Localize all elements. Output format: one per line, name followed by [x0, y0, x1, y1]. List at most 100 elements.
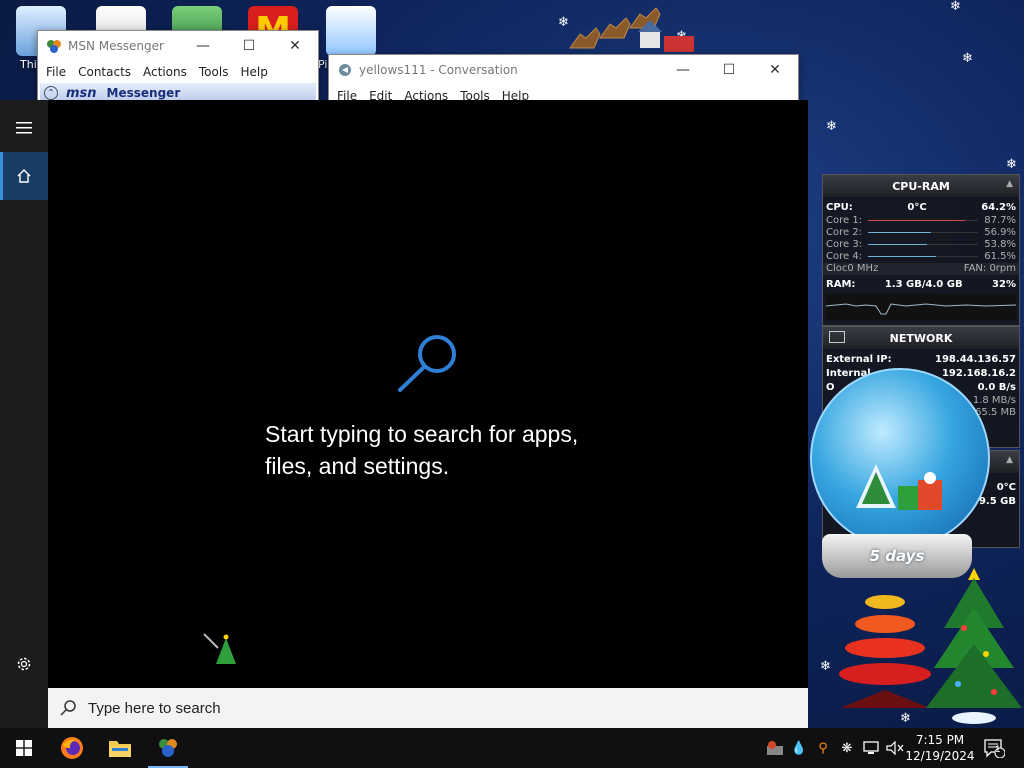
close-button[interactable]: ✕	[752, 55, 798, 85]
menu-contacts[interactable]: Contacts	[74, 65, 139, 79]
start-search-panel[interactable]: Start typing to search for apps, files, …	[0, 100, 808, 728]
close-button[interactable]: ✕	[272, 31, 318, 61]
ram-row: RAM: 1.3 GB/4.0 GB 32%	[823, 278, 1019, 292]
core-value: 56.9%	[984, 227, 1016, 238]
globe-sphere	[810, 368, 990, 548]
msn-logo: msn	[66, 85, 97, 101]
core-usage-fill	[868, 232, 931, 233]
search-icon	[48, 699, 88, 717]
desktop-icon-label: Pi	[318, 58, 328, 71]
msn-butterfly-icon	[46, 38, 62, 54]
christmas-tree-icon	[926, 568, 1022, 724]
cpu-ram-gadget[interactable]: CPU-RAM ▲ CPU: 0°C 64.2% Core 1: 87.7% Cor…	[822, 174, 1020, 326]
core-row: Core 3: 53.8%	[823, 239, 1019, 251]
core-usage-fill	[868, 244, 928, 245]
network-icon[interactable]	[860, 728, 882, 768]
menu-actions[interactable]: Actions	[139, 65, 195, 79]
start-button[interactable]	[0, 728, 48, 768]
clock-date: 12/19/2024	[905, 749, 975, 763]
title-bar[interactable]: yellows111 - Conversation — ☐ ✕	[329, 55, 798, 85]
conversation-icon	[337, 62, 353, 78]
notification-icon	[984, 739, 1005, 758]
core-label: Core 2:	[826, 227, 863, 238]
ram-label: RAM:	[826, 279, 856, 290]
hamburger-menu-button[interactable]	[0, 104, 48, 152]
search-hint-line: Start typing to search for apps,	[265, 421, 579, 447]
msn-messenger-taskbar-button[interactable]	[144, 728, 192, 768]
navigation-rail	[0, 100, 48, 728]
water-drop-icon[interactable]: 💧	[790, 728, 808, 768]
maximize-button[interactable]: ☐	[706, 55, 752, 85]
external-ip-value: 198.44.136.57	[935, 354, 1016, 365]
gadget-header: NETWORK	[823, 327, 1019, 349]
ram-percent: 32%	[992, 279, 1016, 290]
windows-logo-icon	[16, 740, 32, 756]
taskbar: 💧 ⚲ ❋ 7:15 PM 12/19/2024 1	[0, 728, 1024, 768]
menu-file[interactable]: File	[42, 65, 74, 79]
search-icon	[398, 335, 456, 392]
action-center-button[interactable]: 1	[980, 728, 1008, 768]
countdown-label: 5 days	[869, 547, 925, 565]
hamburger-icon	[16, 122, 32, 134]
file-explorer-button[interactable]	[96, 728, 144, 768]
clock-label: Cloc	[826, 263, 848, 274]
menu-help[interactable]: Help	[236, 65, 275, 79]
external-ip-label: External IP:	[826, 354, 892, 365]
notification-count: 1	[995, 745, 1001, 755]
gadget-title: CPU-RAM	[892, 179, 950, 193]
cpu-row: CPU: 0°C 64.2%	[823, 201, 1019, 215]
core-label: Core 3:	[826, 239, 863, 250]
core-value: 87.7%	[984, 215, 1016, 226]
gadget-title: NETWORK	[889, 331, 953, 345]
search-input[interactable]: Type here to search	[88, 700, 221, 717]
firefox-icon	[61, 737, 83, 759]
msn-butterfly-icon	[159, 739, 177, 757]
core-usage-bar	[868, 256, 979, 257]
snowflake-icon: ❄	[900, 711, 911, 726]
settings-button[interactable]	[0, 640, 48, 688]
firefox-button[interactable]	[48, 728, 96, 768]
clock-value: 0 MHz	[847, 263, 879, 274]
minimize-button[interactable]: —	[180, 31, 226, 61]
core-row: Core 2: 56.9%	[823, 227, 1019, 239]
collapse-icon[interactable]: ▲	[1006, 455, 1013, 465]
collapse-icon[interactable]: ⌃	[44, 86, 58, 100]
taskbar-clock[interactable]: 7:15 PM 12/19/2024	[902, 728, 978, 768]
magnifier-tray-icon[interactable]: ⚲	[812, 728, 834, 768]
search-hint: Start typing to search for apps, files, …	[265, 418, 625, 482]
core-usage-bar	[868, 244, 979, 245]
snowflake-icon: ❄	[962, 51, 973, 66]
messenger-label: Messenger	[106, 86, 181, 100]
clock-row: Cloc0 MHz FAN: 0rpm	[823, 263, 1019, 275]
gear-icon	[17, 657, 31, 671]
snowflake-tray-icon[interactable]: ❋	[836, 728, 858, 768]
core-row: Core 4: 61.5%	[823, 251, 1019, 263]
pig-game-icon[interactable]	[326, 6, 376, 56]
temp-value: 0°C	[996, 482, 1016, 493]
maximize-button[interactable]: ☐	[226, 31, 272, 61]
snowflake-icon: ❄	[950, 0, 961, 14]
network-gadget-tray-icon[interactable]	[764, 728, 786, 768]
window-title: yellows111 - Conversation	[359, 63, 518, 77]
core-label: Core 1:	[826, 215, 863, 226]
search-box[interactable]: Type here to search	[48, 688, 808, 728]
clock-time: 7:15 PM	[915, 733, 965, 747]
home-icon	[17, 169, 31, 183]
search-hint-line: files, and settings.	[265, 453, 450, 479]
title-bar[interactable]: MSN Messenger — ☐ ✕	[38, 31, 318, 61]
gift-icon	[898, 472, 942, 510]
core-usage-bar	[868, 232, 979, 233]
snowflake-icon: ❄	[1006, 157, 1017, 172]
home-button[interactable]	[0, 152, 48, 200]
ram-value: 1.3 GB/4.0 GB	[884, 279, 963, 290]
fan-value: FAN: 0rpm	[963, 263, 1016, 274]
cpu-percent: 64.2%	[981, 202, 1016, 213]
folder-icon	[109, 741, 131, 757]
christmas-tree-icon	[856, 464, 896, 508]
minimize-button[interactable]: —	[660, 55, 706, 85]
tree-cursor-icon	[203, 633, 236, 664]
menu-tools[interactable]: Tools	[195, 65, 237, 79]
collapse-icon[interactable]: ▲	[1006, 179, 1013, 189]
cpu-label: CPU:	[826, 202, 853, 213]
cores-list: Core 1: 87.7% Core 2: 56.9% Core 3: 53.8% Core…	[823, 215, 1019, 263]
